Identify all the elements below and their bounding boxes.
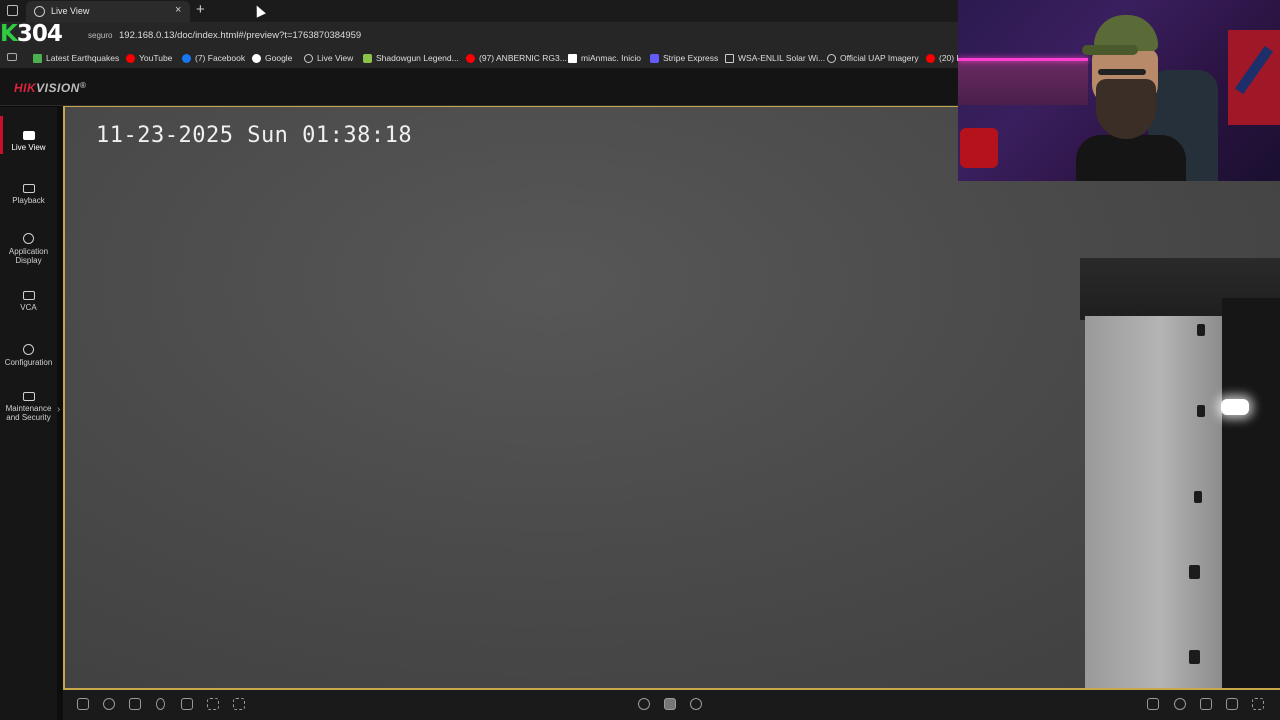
- security-label[interactable]: seguro: [88, 31, 112, 40]
- bookmark-stripe-express[interactable]: Stripe Express: [650, 52, 718, 64]
- person-glasses: [1098, 69, 1146, 75]
- webcam-neon-light: [958, 58, 1088, 61]
- building-facade: [1085, 316, 1222, 688]
- stream-overlay-number: 304: [16, 21, 63, 47]
- window-icon[interactable]: [1226, 698, 1238, 710]
- new-tab-button[interactable]: +: [196, 1, 205, 18]
- sidebar-item-vca[interactable]: VCA: [0, 291, 57, 312]
- application-display-icon: [23, 233, 34, 244]
- close-tab-icon[interactable]: ×: [175, 4, 181, 16]
- bookmark-live-view[interactable]: Live View: [304, 52, 353, 64]
- person-cap-brim: [1082, 45, 1138, 55]
- webcam-red-object: [960, 128, 998, 168]
- building-window: [1197, 324, 1205, 336]
- person-beard: [1096, 79, 1156, 139]
- record-icon[interactable]: [1174, 698, 1186, 710]
- building-window: [1189, 650, 1200, 664]
- image-settings-icon[interactable]: [181, 698, 193, 710]
- focus-icon[interactable]: [207, 698, 219, 710]
- sidebar-item-playback[interactable]: Playback: [0, 184, 57, 205]
- building-light: [1221, 399, 1249, 415]
- microphone-icon[interactable]: [156, 698, 165, 710]
- sidebar-item-application-display[interactable]: Application Display: [0, 233, 57, 265]
- osd-timestamp: 11-23-2025 Sun 01:38:18: [96, 123, 413, 148]
- fullscreen-region-icon[interactable]: [233, 698, 245, 710]
- android-icon: [363, 53, 372, 63]
- earthquake-icon: [33, 53, 42, 63]
- ptz-icon[interactable]: [1147, 698, 1159, 710]
- image-icon: [725, 53, 734, 63]
- sidebar-item-configuration[interactable]: Configuration: [0, 344, 57, 367]
- tab-switcher-icon[interactable]: [7, 5, 18, 16]
- gear-icon: [23, 344, 34, 355]
- mute-icon[interactable]: [77, 698, 89, 710]
- bookmark-shadowgun[interactable]: Shadowgun Legend...: [363, 52, 459, 64]
- person-body: [1076, 135, 1186, 181]
- facebook-icon: [182, 53, 191, 63]
- maintenance-icon: [22, 392, 35, 401]
- vca-icon: [22, 291, 35, 300]
- globe-icon: [304, 53, 313, 63]
- live-view-icon: [22, 131, 35, 140]
- globe-icon: [827, 53, 836, 63]
- r-icon: [568, 53, 577, 63]
- tab-title: Live View: [51, 6, 90, 16]
- hikvision-logo: HIKVISION®: [14, 81, 87, 95]
- layout-icon[interactable]: [1200, 698, 1212, 710]
- building-side: [1222, 298, 1280, 688]
- stream-overlay-prefix: K: [0, 21, 18, 47]
- bookmark-wsa-enlil[interactable]: WSA-ENLIL Solar Wi...: [725, 52, 825, 64]
- webcam-flag: [1228, 30, 1280, 125]
- zoom-icon[interactable]: [103, 698, 115, 710]
- bookmark-facebook[interactable]: (7) Facebook: [182, 52, 245, 64]
- bookmark-google[interactable]: Google: [252, 52, 292, 64]
- snapshot-icon[interactable]: [129, 698, 141, 710]
- video-building: [1080, 258, 1280, 688]
- globe-icon: [34, 6, 45, 17]
- bookmark-anbernic[interactable]: (97) ANBERNIC RG3...: [466, 52, 567, 64]
- building-window: [1194, 491, 1202, 503]
- bookmark-latest-earthquakes[interactable]: Latest Earthquakes: [33, 52, 119, 64]
- bookmark-official-uap[interactable]: Official UAP Imagery: [827, 52, 919, 64]
- youtube-icon: [926, 53, 935, 63]
- bookmark-mianmac[interactable]: miAnmac. Inicio: [568, 52, 641, 64]
- stop-icon[interactable]: [664, 698, 676, 710]
- webcam-overlay: [958, 0, 1280, 181]
- webcam-person: [1076, 15, 1186, 181]
- apps-icon[interactable]: [7, 53, 17, 61]
- live-video-frame[interactable]: 11-23-2025 Sun 01:38:18: [63, 106, 1280, 690]
- playback-icon: [22, 184, 35, 193]
- google-icon: [252, 53, 261, 63]
- stream-overlay-counter: K304: [0, 21, 63, 47]
- bookmark-youtube[interactable]: YouTube: [126, 52, 172, 64]
- chevron-right-icon[interactable]: ›: [57, 404, 60, 415]
- youtube-icon: [126, 53, 135, 63]
- sidebar-item-maintenance-security[interactable]: Maintenance and Security: [0, 392, 57, 422]
- webcam-shelf: [958, 60, 1088, 105]
- screen: Live View × + seguro 192.168.0.13/doc/in…: [0, 0, 1280, 720]
- url-field[interactable]: 192.168.0.13/doc/index.html#/preview?t=1…: [119, 30, 361, 41]
- fullscreen-icon[interactable]: [1252, 698, 1264, 710]
- stripe-icon: [650, 53, 659, 63]
- sidebar-item-live-view[interactable]: Live View: [0, 131, 57, 152]
- building-window: [1197, 405, 1205, 417]
- browser-tab-live-view[interactable]: Live View ×: [26, 1, 190, 22]
- building-window: [1189, 565, 1200, 579]
- next-icon[interactable]: [690, 698, 702, 710]
- previous-icon[interactable]: [638, 698, 650, 710]
- youtube-icon: [466, 53, 475, 63]
